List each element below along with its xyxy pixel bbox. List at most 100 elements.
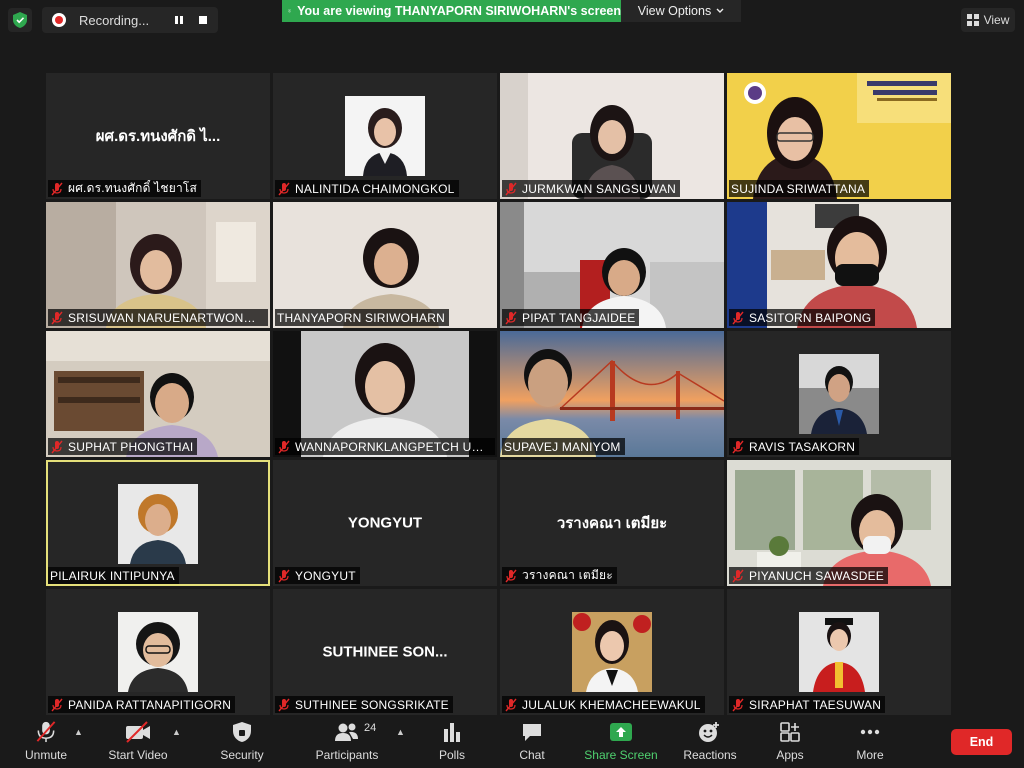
polls-icon xyxy=(444,723,460,742)
share-screen-button[interactable]: Share Screen xyxy=(582,720,660,768)
participant-photo xyxy=(118,484,198,564)
video-tile[interactable]: SUPAVEJ MANIYOM xyxy=(500,331,724,457)
more-button[interactable]: More xyxy=(844,720,896,768)
video-tile[interactable]: SIRAPHAT TAESUWAN xyxy=(727,589,951,715)
video-tile-active-speaker[interactable]: PILAIRUK INTIPUNYA xyxy=(46,460,270,586)
video-tile[interactable]: RAVIS TASAKORN xyxy=(727,331,951,457)
muted-mic-icon xyxy=(51,311,63,324)
participant-name-tag: RAVIS TASAKORN xyxy=(729,438,860,455)
security-button[interactable]: Security xyxy=(212,720,272,768)
participant-name-tag: ผศ.ดร.ทนงศักดิ์ ไชยาโส xyxy=(48,180,202,197)
participant-name: JULALUK KHEMACHEEWAKUL xyxy=(522,697,701,712)
participant-display-name: YONGYUT xyxy=(347,514,423,532)
participant-name: วรางคณา เตมียะ xyxy=(522,568,613,582)
video-tile[interactable]: PIPAT TANGJAIDEE xyxy=(500,202,724,328)
participant-name: YONGYUT xyxy=(295,568,356,583)
participant-name-tag: SUJINDA SRIWATTANA xyxy=(729,180,870,197)
apps-button[interactable]: Apps xyxy=(764,720,816,768)
participant-name-tag: SIRAPHAT TAESUWAN xyxy=(729,696,886,713)
reactions-label: Reactions xyxy=(683,748,737,762)
participant-name-tag: PANIDA RATTANAPITIGORN xyxy=(48,696,236,713)
muted-mic-icon xyxy=(278,698,290,711)
muted-mic-icon xyxy=(51,698,63,711)
video-tile[interactable]: ผศ.ดร.ทนงศักดิ ไ... ผศ.ดร.ทนงศักดิ์ ไชยา… xyxy=(46,73,270,199)
video-tile[interactable]: PANIDA RATTANAPITIGORN xyxy=(46,589,270,715)
participant-name-tag: PILAIRUK INTIPUNYA xyxy=(48,567,179,584)
video-tile[interactable]: THANYAPORN SIRIWOHARN xyxy=(273,202,497,328)
participant-photo xyxy=(118,612,198,692)
participant-name-tag: WANNAPORNKLANGPETCH UEN... xyxy=(275,438,495,455)
more-dots-icon xyxy=(860,729,880,735)
video-tile[interactable]: SUJINDA SRIWATTANA xyxy=(727,73,951,199)
viewing-text: You are viewing THANYAPORN SIRIWOHARN's … xyxy=(297,4,621,18)
participant-name-tag: PIYANUCH SAWASDEE xyxy=(729,567,888,584)
view-options-button[interactable]: View Options xyxy=(621,0,741,22)
recording-indicator: Recording... xyxy=(42,7,218,33)
video-options-caret-icon[interactable]: ▲ xyxy=(172,727,181,737)
stop-recording-button[interactable] xyxy=(195,12,211,28)
muted-mic-icon xyxy=(278,440,290,453)
apps-icon xyxy=(780,722,800,742)
video-tile[interactable]: YONGYUT YONGYUT xyxy=(273,460,497,586)
muted-mic-icon xyxy=(505,569,517,582)
participant-name-tag: วรางคณา เตมียะ xyxy=(502,567,617,584)
end-meeting-button[interactable]: End xyxy=(951,729,1012,755)
video-tile[interactable]: SUTHINEE SON... SUTHINEE SONGSRIKATE xyxy=(273,589,497,715)
participant-name-tag: JURMKWAN SANGSUWAN xyxy=(502,180,681,197)
chat-button[interactable]: Chat xyxy=(506,720,558,768)
start-video-button[interactable]: Start Video xyxy=(104,720,172,768)
video-tile[interactable]: WANNAPORNKLANGPETCH UEN... xyxy=(273,331,497,457)
participant-name-tag: SUPAVEJ MANIYOM xyxy=(502,438,625,455)
pause-icon xyxy=(175,16,183,24)
viewing-screen-banner: You are viewing THANYAPORN SIRIWOHARN's … xyxy=(282,0,621,22)
meeting-toolbar: Unmute ▲ Start Video ▲ Security Particip… xyxy=(0,720,1024,768)
participant-name: SUJINDA SRIWATTANA xyxy=(731,181,866,196)
video-tile[interactable]: JULALUK KHEMACHEEWAKUL xyxy=(500,589,724,715)
zoom-meeting-window: Recording... You are viewing THANYAPORN … xyxy=(0,0,1024,768)
top-bar: Recording... You are viewing THANYAPORN … xyxy=(0,0,1024,40)
participant-photo xyxy=(799,354,879,434)
video-tile[interactable]: NALINTIDA CHAIMONGKOL xyxy=(273,73,497,199)
participant-name: PIYANUCH SAWASDEE xyxy=(749,568,884,583)
participant-name: ผศ.ดร.ทนงศักดิ์ ไชยาโส xyxy=(68,181,198,195)
record-dot-icon xyxy=(52,13,66,27)
participant-name: JURMKWAN SANGSUWAN xyxy=(522,181,677,196)
apps-label: Apps xyxy=(776,748,804,762)
participants-options-caret-icon[interactable]: ▲ xyxy=(396,727,405,737)
video-tile[interactable]: SASITORN BAIPONG xyxy=(727,202,951,328)
reactions-button[interactable]: Reactions xyxy=(678,720,742,768)
security-label: Security xyxy=(220,748,264,762)
polls-button[interactable]: Polls xyxy=(426,720,478,768)
muted-mic-icon xyxy=(505,311,517,324)
participant-name-tag: SASITORN BAIPONG xyxy=(729,309,876,326)
pause-recording-button[interactable] xyxy=(171,12,187,28)
video-tile[interactable]: SUPHAT PHONGTHAI xyxy=(46,331,270,457)
video-tile[interactable]: JURMKWAN SANGSUWAN xyxy=(500,73,724,199)
screen-share-icon xyxy=(288,9,292,13)
participant-name: PIPAT TANGJAIDEE xyxy=(522,310,636,325)
participant-name: RAVIS TASAKORN xyxy=(749,439,856,454)
encryption-shield-icon[interactable] xyxy=(8,8,32,32)
participant-name: NALINTIDA CHAIMONGKOL xyxy=(295,181,455,196)
audio-options-caret-icon[interactable]: ▲ xyxy=(74,727,83,737)
muted-mic-icon xyxy=(732,311,744,324)
participant-name-tag: JULALUK KHEMACHEEWAKUL xyxy=(502,696,705,713)
view-button[interactable]: View xyxy=(961,8,1015,32)
reactions-icon xyxy=(699,722,719,742)
video-tile[interactable]: PIYANUCH SAWASDEE xyxy=(727,460,951,586)
participant-name-tag: SRISUWAN NARUENARTWONGS... xyxy=(48,309,268,326)
unmute-button[interactable]: Unmute xyxy=(16,720,76,768)
view-options-label: View Options xyxy=(637,4,712,18)
video-tile[interactable]: SRISUWAN NARUENARTWONGS... xyxy=(46,202,270,328)
participant-name: WANNAPORNKLANGPETCH UEN... xyxy=(295,439,491,454)
chevron-down-icon xyxy=(716,8,724,13)
recording-label: Recording... xyxy=(79,12,150,28)
participant-display-name: วรางคณา เตมียะ xyxy=(556,515,668,532)
participant-name: SIRAPHAT TAESUWAN xyxy=(749,697,882,712)
participants-icon xyxy=(335,723,358,741)
video-tile[interactable]: วรางคณา เตมียะ วรางคณา เตมียะ xyxy=(500,460,724,586)
muted-mic-icon xyxy=(732,569,744,582)
participant-name-tag: THANYAPORN SIRIWOHARN xyxy=(275,309,449,326)
participant-name: SUPAVEJ MANIYOM xyxy=(504,439,621,454)
share-screen-label: Share Screen xyxy=(584,748,658,762)
